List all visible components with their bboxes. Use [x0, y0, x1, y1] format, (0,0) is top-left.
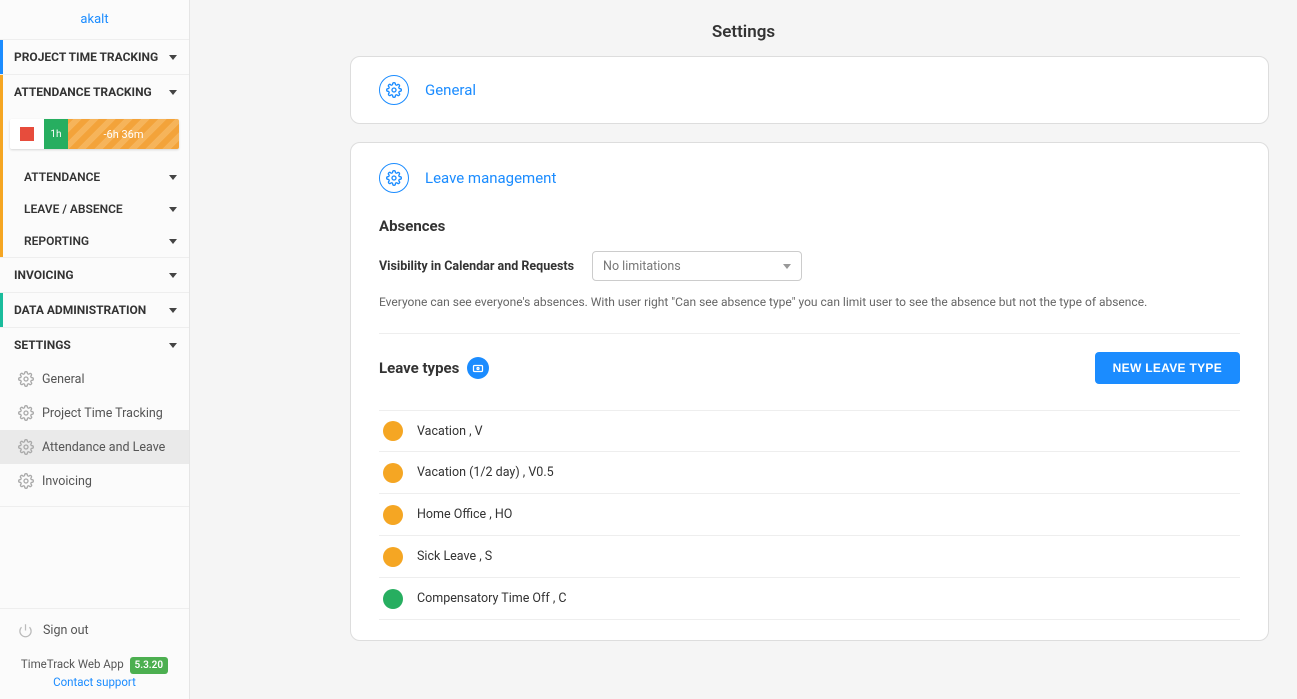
- nav-sub-reporting[interactable]: REPORTING: [0, 225, 189, 257]
- version-badge: 5.3.20: [130, 657, 169, 674]
- visibility-select[interactable]: No limitations: [592, 251, 802, 281]
- new-leave-type-button[interactable]: NEW LEAVE TYPE: [1095, 352, 1240, 384]
- leave-type-row[interactable]: Sick Leave , S: [379, 536, 1240, 578]
- visibility-select-value: No limitations: [603, 259, 681, 274]
- sign-out-button[interactable]: Sign out: [18, 623, 177, 638]
- tracker-elapsed: 1h: [44, 119, 68, 149]
- card-leave-head[interactable]: Leave management: [379, 163, 1240, 193]
- chevron-down-icon: [169, 343, 177, 348]
- chevron-down-icon: [169, 239, 177, 244]
- power-icon: [18, 623, 33, 638]
- gear-icon: [18, 439, 34, 455]
- attendance-tracker-bar[interactable]: 1h -6h 36m: [10, 119, 179, 149]
- nav-invoicing[interactable]: INVOICING: [0, 258, 189, 292]
- leave-type-row[interactable]: Home Office , HO: [379, 494, 1240, 536]
- nav-data-admin-label: DATA ADMINISTRATION: [14, 303, 146, 317]
- main-content: Settings General Leave management Absenc…: [190, 0, 1297, 699]
- chevron-down-icon: [169, 55, 177, 60]
- nav-invoicing-label: INVOICING: [14, 268, 74, 282]
- leave-type-label: Vacation (1/2 day) , V0.5: [417, 465, 554, 480]
- card-leave-management: Leave management Absences Visibility in …: [350, 142, 1269, 641]
- chevron-down-icon: [169, 308, 177, 313]
- chevron-down-icon: [169, 207, 177, 212]
- tracker-remaining: -6h 36m: [68, 119, 179, 149]
- nav-settings-label: SETTINGS: [14, 338, 71, 352]
- chevron-down-icon: [783, 264, 791, 269]
- gear-icon: [379, 163, 409, 193]
- sidebar-user[interactable]: akalt: [0, 0, 189, 40]
- leave-type-list: Vacation , V Vacation (1/2 day) , V0.5 Hom…: [379, 410, 1240, 620]
- chevron-down-icon: [169, 273, 177, 278]
- card-general[interactable]: General: [350, 56, 1269, 124]
- nav-attendance[interactable]: ATTENDANCE TRACKING: [0, 75, 189, 109]
- nav-sub-leave[interactable]: LEAVE / ABSENCE: [0, 193, 189, 225]
- color-dot-icon: [383, 463, 403, 483]
- visibility-hint: Everyone can see everyone's absences. Wi…: [379, 295, 1240, 309]
- nav-project-time[interactable]: PROJECT TIME TRACKING: [0, 40, 189, 74]
- sidebar-footer: TimeTrack Web App 5.3.20 Contact support: [0, 648, 189, 699]
- tracker-stop-button[interactable]: [10, 119, 44, 149]
- settings-item-general[interactable]: General: [0, 362, 189, 396]
- nav-project-time-label: PROJECT TIME TRACKING: [14, 50, 158, 64]
- app-name: TimeTrack Web App: [21, 657, 124, 671]
- leave-type-label: Compensatory Time Off , C: [417, 591, 567, 606]
- info-badge-icon[interactable]: [467, 357, 489, 379]
- color-dot-icon: [383, 547, 403, 567]
- card-general-title: General: [425, 81, 476, 99]
- stop-icon: [20, 127, 34, 141]
- leave-type-row[interactable]: Compensatory Time Off , C: [379, 578, 1240, 620]
- divider: [379, 333, 1240, 334]
- page-title: Settings: [190, 0, 1297, 56]
- user-name-link[interactable]: akalt: [80, 12, 108, 27]
- color-dot-icon: [383, 589, 403, 609]
- nav-attendance-label: ATTENDANCE TRACKING: [14, 85, 152, 99]
- leave-type-label: Sick Leave , S: [417, 549, 492, 564]
- leave-type-row[interactable]: Vacation (1/2 day) , V0.5: [379, 452, 1240, 494]
- leave-type-row[interactable]: Vacation , V: [379, 410, 1240, 452]
- settings-item-ptt[interactable]: Project Time Tracking: [0, 396, 189, 430]
- chevron-down-icon: [169, 175, 177, 180]
- gear-icon: [18, 405, 34, 421]
- nav-data-admin[interactable]: DATA ADMINISTRATION: [0, 293, 189, 327]
- gear-icon: [18, 371, 34, 387]
- gear-icon: [18, 473, 34, 489]
- settings-item-attendance-leave[interactable]: Attendance and Leave: [0, 430, 189, 464]
- gear-icon: [379, 75, 409, 105]
- visibility-label: Visibility in Calendar and Requests: [379, 259, 574, 274]
- contact-support-link[interactable]: Contact support: [53, 675, 136, 689]
- color-dot-icon: [383, 505, 403, 525]
- leave-types-heading: Leave types: [379, 359, 459, 377]
- sidebar: akalt PROJECT TIME TRACKING ATTENDANCE T…: [0, 0, 190, 699]
- settings-item-invoicing[interactable]: Invoicing: [0, 464, 189, 498]
- chevron-down-icon: [169, 90, 177, 95]
- leave-type-label: Home Office , HO: [417, 507, 512, 522]
- leave-type-label: Vacation , V: [417, 424, 483, 439]
- nav-settings[interactable]: SETTINGS: [0, 328, 189, 362]
- color-dot-icon: [383, 421, 403, 441]
- absences-heading: Absences: [379, 217, 1240, 235]
- card-leave-title: Leave management: [425, 169, 556, 187]
- nav-sub-attendance[interactable]: ATTENDANCE: [0, 161, 189, 193]
